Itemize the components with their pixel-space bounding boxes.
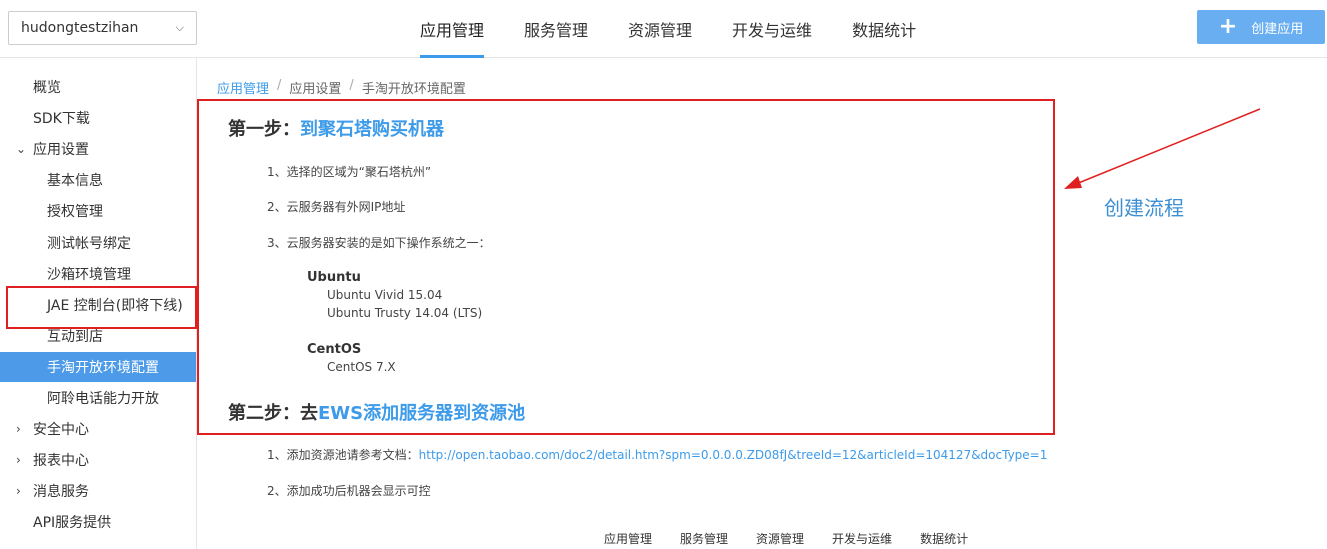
sidebar-item[interactable]: 基本信息	[0, 165, 196, 195]
sidebar-item-label: 安全中心	[33, 422, 89, 439]
chevron-down-icon: ⌵	[175, 21, 184, 34]
sidebar-item-label: 应用设置	[33, 142, 89, 159]
doc-link[interactable]: http://open.taobao.com/doc2/detail.htm?s…	[419, 448, 1048, 462]
sidebar-item-label: 测试帐号绑定	[47, 235, 131, 252]
breadcrumb-app-settings[interactable]: 应用设置	[289, 78, 341, 97]
breadcrumb-separator: /	[349, 78, 354, 93]
sidebar-item[interactable]: 概览	[0, 72, 196, 102]
annotation-highlight-box	[197, 99, 1055, 435]
os-centos-heading: CentOS	[307, 342, 362, 357]
sidebar-item[interactable]: 互动到店	[0, 321, 196, 351]
step2-link[interactable]: EWS添加服务器到资源池	[318, 403, 525, 424]
sidebar-item[interactable]: 手淘开放环境配置	[0, 351, 196, 382]
breadcrumb-current: 手淘开放环境配置	[361, 82, 466, 97]
sidebar-item-label: 概览	[33, 80, 61, 96]
tab-resource-management[interactable]: 资源管理	[612, 0, 708, 58]
annotation-label: 创建流程	[1104, 196, 1184, 220]
footer-link-data-statistics[interactable]: 数据统计	[920, 530, 968, 547]
breadcrumb-app-management[interactable]: 应用管理	[217, 78, 269, 97]
top-nav: 应用管理 服务管理 资源管理 开发与运维 数据统计	[404, 0, 940, 58]
sidebar-item[interactable]: JAE 控制台(即将下线)	[0, 290, 196, 320]
sidebar-item-label: 基本信息	[47, 173, 103, 190]
footer-link-app-management[interactable]: 应用管理	[604, 530, 652, 547]
create-app-label: 创建应用	[1251, 21, 1304, 37]
sidebar: 概览 SDK下载 ⌄ 应用设置基本信息授权管理测试帐号绑定 沙箱环境管理 JAE 控制台(…	[0, 58, 197, 549]
sidebar-item-label: 沙箱环境管理	[47, 266, 131, 283]
sidebar-item-label: 阿聆电话能力开放	[47, 391, 159, 407]
top-bar: hudongtestzihan ⌵ 应用管理 服务管理 资源管理 开发与运维 数…	[0, 0, 1327, 58]
breadcrumb-separator: /	[277, 78, 282, 93]
footer-link-devops[interactable]: 开发与运维	[832, 530, 892, 547]
plus-icon: +	[1218, 14, 1238, 39]
step2-item-1-text: 1、添加资源池请参考文档：	[267, 448, 419, 462]
create-app-button[interactable]: + 创建应用	[1197, 10, 1325, 44]
step1-item-2: 2、云服务器有外网IP地址	[267, 200, 406, 214]
sidebar-item-label: 授权管理	[47, 204, 103, 221]
sidebar-item[interactable]: 授权管理	[0, 196, 196, 226]
sidebar-item-label: 互动到店	[47, 328, 103, 345]
sidebar-item[interactable]: SDK下载	[0, 103, 196, 133]
sidebar-item-label: JAE 控制台(即将下线)	[47, 297, 183, 314]
app-selector-dropdown[interactable]: hudongtestzihan ⌵	[8, 11, 197, 45]
os-centos-version-1: CentOS 7.X	[327, 360, 396, 374]
step1-link[interactable]: 到聚石塔购买机器	[300, 119, 444, 140]
sidebar-item-label: 消息服务	[33, 484, 89, 501]
chevron-right-icon: ›	[16, 422, 21, 437]
sidebar-item[interactable]: 沙箱环境管理	[0, 259, 196, 289]
footer-link-service-management[interactable]: 服务管理	[680, 530, 728, 547]
os-ubuntu-heading: Ubuntu	[307, 270, 361, 285]
footer-link-resource-management[interactable]: 资源管理	[756, 530, 804, 547]
step1-item-3: 3、云服务器安装的是如下操作系统之一：	[267, 236, 491, 250]
sidebar-item[interactable]: ⌄ 应用设置	[0, 134, 196, 164]
tab-service-management[interactable]: 服务管理	[508, 0, 604, 58]
app-selector-value: hudongtestzihan	[21, 20, 139, 36]
step2-prefix: 第二步：去	[228, 403, 318, 424]
annotation-arrow-icon	[1064, 108, 1261, 189]
sidebar-item[interactable]: 测试帐号绑定	[0, 228, 196, 258]
sidebar-item[interactable]: API服务提供	[0, 507, 196, 537]
sidebar-item[interactable]: › 消息服务	[0, 476, 196, 506]
sidebar-item-label: 手淘开放环境配置	[47, 359, 159, 376]
step1-title: 第一步：到聚石塔购买机器	[228, 115, 444, 141]
tab-data-statistics[interactable]: 数据统计	[836, 0, 932, 58]
sidebar-item-label: SDK下载	[33, 111, 90, 128]
step1-prefix: 第一步：	[228, 119, 300, 140]
tab-app-management[interactable]: 应用管理	[404, 0, 500, 58]
sidebar-item[interactable]: › 报表中心	[0, 445, 196, 475]
os-ubuntu-version-1: Ubuntu Vivid 15.04	[327, 288, 443, 302]
tab-devops[interactable]: 开发与运维	[716, 0, 828, 58]
sidebar-item-label: 报表中心	[33, 453, 89, 470]
footer-nav: 应用管理 服务管理 资源管理 开发与运维 数据统计	[604, 530, 968, 547]
step2-title: 第二步：去EWS添加服务器到资源池	[228, 399, 525, 425]
chevron-down-icon: ⌄	[16, 142, 27, 157]
breadcrumb: 应用管理 / 应用设置 / 手淘开放环境配置	[217, 78, 466, 97]
step1-item-1: 1、选择的区域为“聚石塔杭州”	[267, 165, 432, 179]
step2-item-2: 2、添加成功后机器会显示可控	[267, 484, 431, 498]
step2-item-1: 1、添加资源池请参考文档：http://open.taobao.com/doc2…	[267, 446, 1047, 463]
sidebar-item[interactable]: › 安全中心	[0, 414, 196, 444]
os-ubuntu-version-2: Ubuntu Trusty 14.04 (LTS)	[327, 306, 483, 320]
sidebar-item-label: API服务提供	[33, 515, 112, 532]
chevron-right-icon: ›	[16, 484, 21, 499]
sidebar-item[interactable]: 阿聆电话能力开放	[0, 383, 196, 413]
chevron-right-icon: ›	[16, 453, 21, 468]
